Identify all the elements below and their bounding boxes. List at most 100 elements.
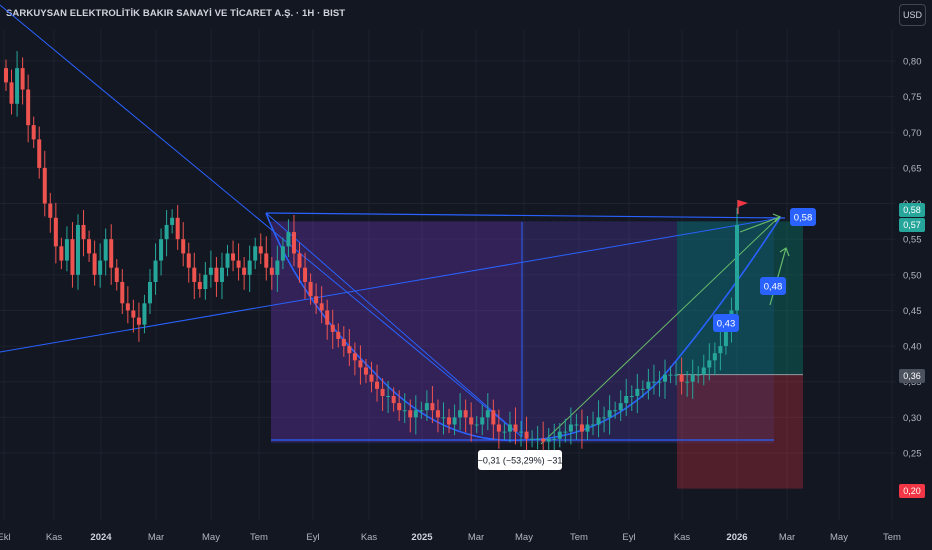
candle-body bbox=[712, 353, 717, 361]
candle-body bbox=[42, 167, 47, 204]
candle-body bbox=[264, 253, 269, 268]
candle-body bbox=[131, 310, 136, 318]
candle-body bbox=[363, 367, 368, 375]
candle-body bbox=[203, 274, 208, 290]
x-tick-label: 2026 bbox=[726, 532, 747, 543]
target-zone bbox=[677, 221, 803, 375]
candle-body bbox=[181, 239, 186, 254]
candle-body bbox=[424, 403, 429, 411]
candle-body bbox=[546, 438, 551, 442]
candle-body bbox=[435, 410, 440, 418]
flag-icon bbox=[738, 200, 748, 207]
candle-body bbox=[463, 410, 468, 418]
candle-body bbox=[519, 431, 524, 433]
candle-body bbox=[81, 224, 86, 240]
candle-body bbox=[524, 431, 529, 439]
x-tick-label: Mar bbox=[148, 532, 164, 543]
x-tick-label: Eyl bbox=[622, 532, 635, 543]
price-axis[interactable]: 0,800,750,700,650,600,550,500,450,400,35… bbox=[899, 57, 925, 499]
candle-body bbox=[37, 139, 42, 168]
candle-body bbox=[651, 381, 656, 383]
candle-body bbox=[280, 246, 285, 261]
candle-body bbox=[646, 381, 651, 389]
candle-body bbox=[53, 217, 58, 247]
y-tick-label: 0,65 bbox=[903, 163, 922, 174]
candle-body bbox=[613, 410, 618, 412]
x-tick-label: May bbox=[830, 532, 848, 543]
candle-body bbox=[269, 267, 274, 275]
candle-body bbox=[491, 410, 496, 425]
y-tick-label: 0,70 bbox=[903, 128, 922, 139]
candle-body bbox=[159, 239, 164, 261]
candle-body bbox=[701, 367, 706, 375]
candle-body bbox=[297, 253, 302, 268]
candle-body bbox=[308, 281, 313, 297]
candle-body bbox=[458, 410, 463, 418]
x-tick-label: May bbox=[515, 532, 533, 543]
target-label: 0,43 bbox=[717, 319, 736, 330]
candle-body bbox=[663, 374, 668, 382]
candle-body bbox=[341, 338, 346, 347]
candle-body bbox=[120, 281, 125, 304]
price-label: 0,58 bbox=[903, 205, 921, 215]
x-tick-label: Ekl bbox=[0, 532, 11, 543]
candle-body bbox=[557, 431, 562, 439]
candle-body bbox=[352, 353, 357, 361]
cup-rim-line bbox=[265, 212, 786, 219]
candle-body bbox=[618, 403, 623, 411]
y-tick-label: 0,75 bbox=[903, 92, 922, 103]
candle-body bbox=[574, 424, 579, 426]
price-chart[interactable]: −0,31 (−53,29%) −31 0,43 0,48 0,58 0,80 0,75… bbox=[0, 0, 932, 550]
x-tick-label: May bbox=[202, 532, 220, 543]
candle-body bbox=[513, 424, 518, 432]
candle-body bbox=[170, 217, 175, 225]
y-tick-label: 0,45 bbox=[903, 306, 922, 317]
x-tick-label: Mar bbox=[468, 532, 484, 543]
candle-body bbox=[624, 395, 629, 404]
candle-body bbox=[640, 388, 645, 390]
candle-body bbox=[375, 381, 380, 389]
candle-body bbox=[696, 374, 701, 376]
candle-body bbox=[369, 374, 374, 382]
candle-body bbox=[186, 253, 191, 268]
candle-body bbox=[591, 424, 596, 426]
candle-body bbox=[419, 410, 424, 412]
y-tick-label: 0,55 bbox=[903, 235, 922, 246]
candle-body bbox=[114, 267, 119, 282]
x-tick-label: Kas bbox=[46, 532, 63, 543]
measure-box bbox=[271, 221, 522, 443]
candle-body bbox=[275, 260, 280, 275]
candle-body bbox=[153, 260, 158, 282]
candle-body bbox=[552, 438, 557, 440]
candle-body bbox=[723, 331, 728, 347]
candle-body bbox=[258, 246, 263, 254]
candle-body bbox=[602, 417, 607, 419]
candle-body bbox=[98, 260, 103, 275]
candle-body bbox=[347, 346, 352, 354]
candle-body bbox=[225, 253, 230, 268]
candle-body bbox=[330, 324, 335, 332]
price-label: 0,36 bbox=[903, 371, 921, 381]
target-label: 0,48 bbox=[764, 282, 783, 293]
candle-body bbox=[485, 410, 490, 418]
candle-body bbox=[685, 381, 690, 383]
price-label: 0,20 bbox=[903, 486, 921, 496]
candle-body bbox=[20, 68, 25, 90]
candle-body bbox=[635, 388, 640, 396]
price-label: 0,57 bbox=[903, 220, 921, 230]
candle-body bbox=[147, 281, 152, 304]
x-tick-label: Kas bbox=[361, 532, 378, 543]
candle-body bbox=[286, 232, 291, 247]
x-tick-label: Kas bbox=[674, 532, 691, 543]
x-tick-label: Tem bbox=[883, 532, 901, 543]
candle-body bbox=[408, 410, 413, 418]
candle-body bbox=[496, 424, 501, 432]
candle-body bbox=[447, 417, 452, 425]
candle-body bbox=[125, 303, 130, 311]
candle-body bbox=[452, 417, 457, 425]
candle-body bbox=[386, 395, 391, 397]
time-axis[interactable]: Ekl Kas 2024 Mar May Tem Eyl Kas 2025 Mar May Tem Ey… bbox=[0, 532, 901, 543]
x-tick-label: Mar bbox=[779, 532, 795, 543]
candle-body bbox=[9, 82, 14, 104]
candle-body bbox=[469, 417, 474, 425]
